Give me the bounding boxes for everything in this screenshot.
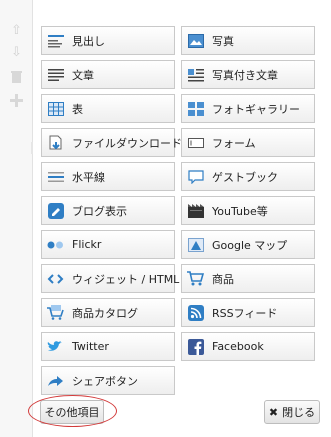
close-button[interactable]: ✖ 閉じる xyxy=(264,400,320,424)
item-label: 写真 xyxy=(212,34,234,48)
widget-html-icon xyxy=(47,270,64,287)
item-label: 見出し xyxy=(72,34,105,48)
item-label: 表 xyxy=(72,102,83,116)
item-blog[interactable]: ブログ表示 xyxy=(41,196,175,225)
item-label: ブログ表示 xyxy=(72,204,127,218)
item-twitter[interactable]: Twitter xyxy=(41,332,175,361)
item-facebook[interactable]: Facebook xyxy=(181,332,315,361)
item-label: 水平線 xyxy=(72,170,105,184)
item-photo[interactable]: 写真 xyxy=(181,26,315,55)
item-form[interactable]: フォーム xyxy=(181,128,315,157)
item-rss[interactable]: RSSフィード xyxy=(181,298,315,327)
twitter-icon xyxy=(47,338,64,355)
share-button-icon xyxy=(47,372,64,389)
item-label: Google マップ xyxy=(212,238,288,252)
item-horizontal-line[interactable]: 水平線 xyxy=(41,162,175,191)
photo-icon xyxy=(187,32,204,49)
guestbook-icon xyxy=(187,168,204,185)
item-label: フォーム xyxy=(212,136,256,150)
horizontal-line-icon xyxy=(47,168,64,185)
item-flickr[interactable]: Flickr xyxy=(41,230,175,259)
item-heading[interactable]: 見出し xyxy=(41,26,175,55)
blog-icon xyxy=(47,202,64,219)
close-icon: ✖ xyxy=(268,405,279,419)
item-photo-text[interactable]: 写真付き文章 xyxy=(181,60,315,89)
item-label: ウィジェット / HTML xyxy=(72,272,180,286)
file-download-icon xyxy=(47,134,64,151)
item-text[interactable]: 文章 xyxy=(41,60,175,89)
side-toolbar: ⇧ ⇩ xyxy=(0,0,33,437)
facebook-icon xyxy=(187,338,204,355)
add-content-panel: 見出し 写真文章 写真付き文章表 フォトギャラリーファイルダウンロード フォーム水平線 ゲ… xyxy=(33,0,331,437)
add-icon[interactable] xyxy=(10,94,23,107)
product-cart-icon xyxy=(187,270,204,287)
flickr-icon xyxy=(47,236,64,253)
item-label: ファイルダウンロード xyxy=(72,136,182,150)
close-label: 閉じる xyxy=(282,406,316,419)
table-icon xyxy=(47,100,64,117)
item-widget-html[interactable]: ウィジェット / HTML xyxy=(41,264,179,293)
item-label: RSSフィード xyxy=(212,306,278,320)
item-table[interactable]: 表 xyxy=(41,94,175,123)
catalog-cart-icon xyxy=(47,304,64,321)
item-file-download[interactable]: ファイルダウンロード xyxy=(41,128,182,157)
item-share-button[interactable]: シェアボタン xyxy=(41,366,175,395)
item-label: シェアボタン xyxy=(72,374,138,388)
item-google-map[interactable]: Google マップ xyxy=(181,230,315,259)
item-label: フォトギャラリー xyxy=(212,102,300,116)
item-label: Flickr xyxy=(72,238,102,251)
item-label: YouTube等 xyxy=(212,204,268,218)
item-label: ゲストブック xyxy=(212,170,278,184)
item-gallery[interactable]: フォトギャラリー xyxy=(181,94,315,123)
item-label: 商品 xyxy=(212,272,234,286)
form-icon xyxy=(187,134,204,151)
gallery-icon xyxy=(187,100,204,117)
item-guestbook[interactable]: ゲストブック xyxy=(181,162,315,191)
photo-text-icon xyxy=(187,66,204,83)
more-items-label: その他項目 xyxy=(44,406,100,419)
item-label: 写真付き文章 xyxy=(212,68,278,82)
item-label: 商品カタログ xyxy=(72,306,138,320)
up-arrow-icon[interactable]: ⇧ xyxy=(10,24,23,37)
down-arrow-icon[interactable]: ⇩ xyxy=(10,46,23,59)
item-youtube[interactable]: YouTube等 xyxy=(181,196,315,225)
heading-icon xyxy=(47,32,64,49)
item-label: Twitter xyxy=(72,340,109,353)
google-map-icon xyxy=(187,236,204,253)
text-icon xyxy=(47,66,64,83)
item-label: 文章 xyxy=(72,68,94,82)
item-label: Facebook xyxy=(212,340,264,353)
youtube-icon xyxy=(187,202,204,219)
item-catalog-cart[interactable]: 商品カタログ xyxy=(41,298,175,327)
trash-icon[interactable] xyxy=(10,70,23,83)
item-product-cart[interactable]: 商品 xyxy=(181,264,315,293)
rss-icon xyxy=(187,304,204,321)
more-items-button[interactable]: その他項目 xyxy=(40,400,104,424)
